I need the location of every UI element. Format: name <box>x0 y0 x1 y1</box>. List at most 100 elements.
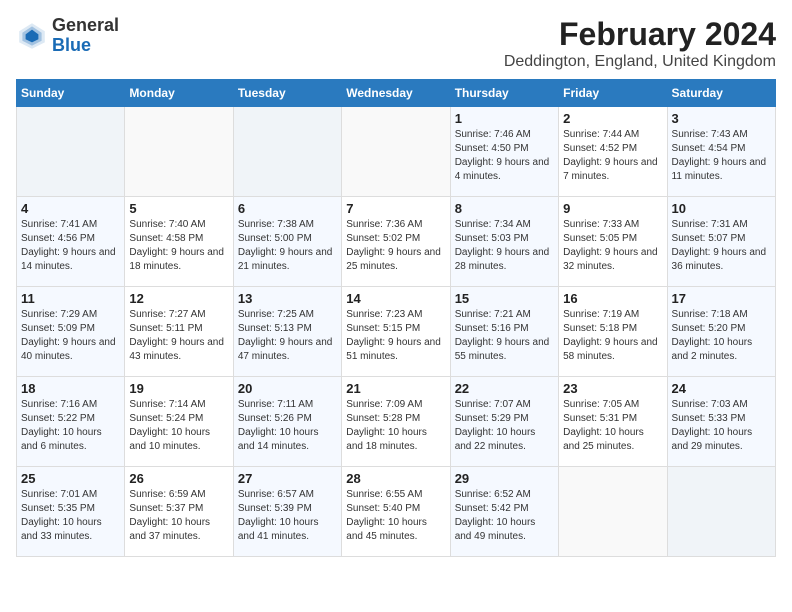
calendar-week-4: 18 Sunrise: 7:16 AM Sunset: 5:22 PM Dayli… <box>17 377 776 467</box>
calendar-cell <box>559 467 667 557</box>
calendar-cell: 12 Sunrise: 7:27 AM Sunset: 5:11 PM Dayli… <box>125 287 233 377</box>
calendar-cell: 3Sunrise: 7:43 AM Sunset: 4:54 PM Daylig… <box>667 107 775 197</box>
day-number: 10 <box>672 201 771 216</box>
day-number: 7 <box>346 201 445 216</box>
logo-text: General Blue <box>52 16 119 56</box>
calendar-cell: 15 Sunrise: 7:21 AM Sunset: 5:16 PM Dayli… <box>450 287 558 377</box>
calendar-cell: 1 Sunrise: 7:46 AM Sunset: 4:50 PM Daylig… <box>450 107 558 197</box>
calendar-body: 1 Sunrise: 7:46 AM Sunset: 4:50 PM Daylig… <box>17 107 776 557</box>
location-subtitle: Deddington, England, United Kingdom <box>504 53 776 71</box>
day-info: Sunrise: 6:57 AM Sunset: 5:39 PM Dayligh… <box>238 488 337 544</box>
day-number: 6 <box>238 201 337 216</box>
day-number: 14 <box>346 291 445 306</box>
day-info: Sunrise: 7:03 AM Sunset: 5:33 PM Dayligh… <box>672 398 771 454</box>
calendar-cell: 27 Sunrise: 6:57 AM Sunset: 5:39 PM Dayli… <box>233 467 341 557</box>
day-info: Sunrise: 7:38 AM Sunset: 5:00 PM Dayligh… <box>238 218 337 274</box>
calendar-cell: 10 Sunrise: 7:31 AM Sunset: 5:07 PM Dayli… <box>667 197 775 287</box>
column-header-saturday: Saturday <box>667 80 775 107</box>
day-number: 20 <box>238 381 337 396</box>
day-number: 12 <box>129 291 228 306</box>
day-number: 28 <box>346 471 445 486</box>
day-number: 15 <box>455 291 554 306</box>
day-info: Sunrise: 7:23 AM Sunset: 5:15 PM Dayligh… <box>346 308 445 364</box>
day-info: Sunrise: 7:33 AM Sunset: 5:05 PM Dayligh… <box>563 218 662 274</box>
column-header-wednesday: Wednesday <box>342 80 450 107</box>
day-info: Sunrise: 7:34 AM Sunset: 5:03 PM Dayligh… <box>455 218 554 274</box>
day-info: Sunrise: 6:55 AM Sunset: 5:40 PM Dayligh… <box>346 488 445 544</box>
calendar-cell: 25Sunrise: 7:01 AM Sunset: 5:35 PM Dayli… <box>17 467 125 557</box>
column-header-friday: Friday <box>559 80 667 107</box>
calendar-week-5: 25Sunrise: 7:01 AM Sunset: 5:35 PM Dayli… <box>17 467 776 557</box>
column-header-monday: Monday <box>125 80 233 107</box>
day-number: 23 <box>563 381 662 396</box>
day-info: Sunrise: 7:44 AM Sunset: 4:52 PM Dayligh… <box>563 128 662 184</box>
day-info: Sunrise: 7:01 AM Sunset: 5:35 PM Dayligh… <box>21 488 120 544</box>
day-number: 22 <box>455 381 554 396</box>
day-info: Sunrise: 6:59 AM Sunset: 5:37 PM Dayligh… <box>129 488 228 544</box>
day-number: 16 <box>563 291 662 306</box>
day-info: Sunrise: 7:40 AM Sunset: 4:58 PM Dayligh… <box>129 218 228 274</box>
day-number: 26 <box>129 471 228 486</box>
calendar-cell: 26 Sunrise: 6:59 AM Sunset: 5:37 PM Dayli… <box>125 467 233 557</box>
day-number: 2 <box>563 111 662 126</box>
day-number: 21 <box>346 381 445 396</box>
calendar-cell <box>342 107 450 197</box>
day-info: Sunrise: 7:36 AM Sunset: 5:02 PM Dayligh… <box>346 218 445 274</box>
calendar-cell: 16 Sunrise: 7:19 AM Sunset: 5:18 PM Dayli… <box>559 287 667 377</box>
day-number: 18 <box>21 381 120 396</box>
calendar-cell: 13 Sunrise: 7:25 AM Sunset: 5:13 PM Dayli… <box>233 287 341 377</box>
day-info: Sunrise: 7:16 AM Sunset: 5:22 PM Dayligh… <box>21 398 120 454</box>
calendar-week-1: 1 Sunrise: 7:46 AM Sunset: 4:50 PM Daylig… <box>17 107 776 197</box>
day-number: 9 <box>563 201 662 216</box>
calendar-cell: 5 Sunrise: 7:40 AM Sunset: 4:58 PM Daylig… <box>125 197 233 287</box>
calendar-cell: 6 Sunrise: 7:38 AM Sunset: 5:00 PM Daylig… <box>233 197 341 287</box>
calendar-cell: 9 Sunrise: 7:33 AM Sunset: 5:05 PM Daylig… <box>559 197 667 287</box>
day-number: 17 <box>672 291 771 306</box>
day-number: 27 <box>238 471 337 486</box>
header: General Blue February 2024 Deddington, E… <box>16 16 776 71</box>
calendar-cell <box>17 107 125 197</box>
day-number: 29 <box>455 471 554 486</box>
day-info: Sunrise: 6:52 AM Sunset: 5:42 PM Dayligh… <box>455 488 554 544</box>
day-number: 1 <box>455 111 554 126</box>
day-info: Sunrise: 7:46 AM Sunset: 4:50 PM Dayligh… <box>455 128 554 184</box>
calendar-cell: 19 Sunrise: 7:14 AM Sunset: 5:24 PM Dayli… <box>125 377 233 467</box>
day-info: Sunrise: 7:14 AM Sunset: 5:24 PM Dayligh… <box>129 398 228 454</box>
day-info: Sunrise: 7:18 AM Sunset: 5:20 PM Dayligh… <box>672 308 771 364</box>
day-number: 3 <box>672 111 771 126</box>
calendar-table: SundayMondayTuesdayWednesdayThursdayFrid… <box>16 79 776 557</box>
day-info: Sunrise: 7:29 AM Sunset: 5:09 PM Dayligh… <box>21 308 120 364</box>
day-number: 19 <box>129 381 228 396</box>
day-info: Sunrise: 7:25 AM Sunset: 5:13 PM Dayligh… <box>238 308 337 364</box>
calendar-cell: 2 Sunrise: 7:44 AM Sunset: 4:52 PM Daylig… <box>559 107 667 197</box>
calendar-cell: 20 Sunrise: 7:11 AM Sunset: 5:26 PM Dayli… <box>233 377 341 467</box>
day-info: Sunrise: 7:07 AM Sunset: 5:29 PM Dayligh… <box>455 398 554 454</box>
day-number: 5 <box>129 201 228 216</box>
day-number: 11 <box>21 291 120 306</box>
day-number: 4 <box>21 201 120 216</box>
calendar-cell: 28 Sunrise: 6:55 AM Sunset: 5:40 PM Dayli… <box>342 467 450 557</box>
title-block: February 2024 Deddington, England, Unite… <box>504 16 776 71</box>
logo: General Blue <box>16 16 119 56</box>
column-header-tuesday: Tuesday <box>233 80 341 107</box>
calendar-cell <box>667 467 775 557</box>
day-info: Sunrise: 7:09 AM Sunset: 5:28 PM Dayligh… <box>346 398 445 454</box>
day-info: Sunrise: 7:31 AM Sunset: 5:07 PM Dayligh… <box>672 218 771 274</box>
day-number: 8 <box>455 201 554 216</box>
calendar-week-2: 4 Sunrise: 7:41 AM Sunset: 4:56 PM Daylig… <box>17 197 776 287</box>
calendar-cell <box>125 107 233 197</box>
calendar-cell <box>233 107 341 197</box>
calendar-cell: 7 Sunrise: 7:36 AM Sunset: 5:02 PM Daylig… <box>342 197 450 287</box>
day-info: Sunrise: 7:41 AM Sunset: 4:56 PM Dayligh… <box>21 218 120 274</box>
calendar-cell: 24 Sunrise: 7:03 AM Sunset: 5:33 PM Dayli… <box>667 377 775 467</box>
column-header-sunday: Sunday <box>17 80 125 107</box>
day-info: Sunrise: 7:27 AM Sunset: 5:11 PM Dayligh… <box>129 308 228 364</box>
day-info: Sunrise: 7:19 AM Sunset: 5:18 PM Dayligh… <box>563 308 662 364</box>
calendar-cell: 17 Sunrise: 7:18 AM Sunset: 5:20 PM Dayli… <box>667 287 775 377</box>
day-info: Sunrise: 7:11 AM Sunset: 5:26 PM Dayligh… <box>238 398 337 454</box>
day-number: 24 <box>672 381 771 396</box>
day-info: Sunrise: 7:21 AM Sunset: 5:16 PM Dayligh… <box>455 308 554 364</box>
calendar-cell: 22 Sunrise: 7:07 AM Sunset: 5:29 PM Dayli… <box>450 377 558 467</box>
calendar-cell: 21 Sunrise: 7:09 AM Sunset: 5:28 PM Dayli… <box>342 377 450 467</box>
day-number: 13 <box>238 291 337 306</box>
